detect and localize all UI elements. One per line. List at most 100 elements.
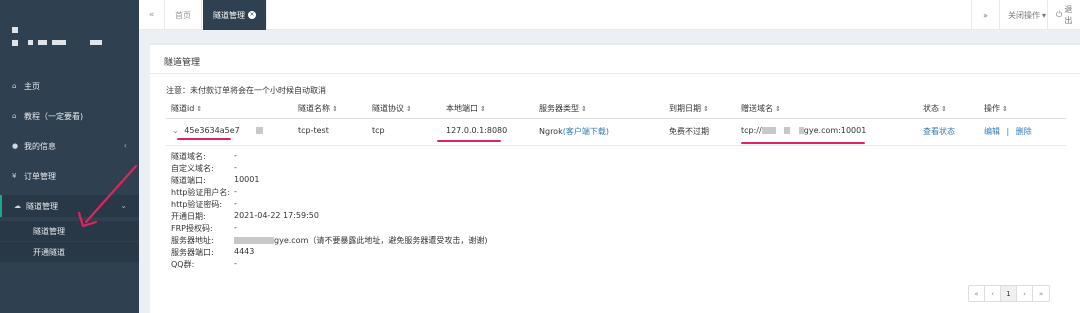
home-icon: ⌂: [12, 82, 17, 90]
detail-value: -: [234, 259, 237, 268]
highlight-underline: [437, 140, 501, 142]
delete-link[interactable]: 删除: [1016, 127, 1032, 136]
column-header-server-type[interactable]: 服务器类型 ⇕: [539, 103, 587, 114]
detail-label: QQ群:: [171, 260, 195, 269]
detail-label: 隧道端口:: [171, 176, 206, 185]
last-page-button[interactable]: »: [1033, 286, 1049, 301]
tab-scroll-left-button[interactable]: «: [139, 0, 165, 30]
close-ops-label: 关闭操作: [1008, 10, 1040, 20]
user-icon: ●: [12, 142, 19, 150]
first-page-button[interactable]: «: [969, 286, 985, 301]
notice-text: 注意：未付款订单将会在一个小时候自动取消: [166, 86, 326, 95]
logout-label: 退出: [1064, 5, 1073, 25]
detail-value: 2021-04-22 17:59:50: [234, 211, 319, 220]
sidebar-item-my-info[interactable]: ● 我的信息 ‹: [0, 135, 139, 157]
tab-scroll-right-button[interactable]: »: [971, 0, 999, 30]
highlight-underline: [177, 138, 231, 140]
tab-tunnel-manage[interactable]: 隧道管理 ×: [203, 0, 267, 30]
column-header-expiry[interactable]: 到期日期 ⇕: [669, 103, 709, 114]
divider: [166, 118, 1066, 119]
column-header-domain[interactable]: 赠送域名 ⇕: [741, 103, 781, 114]
divider: [166, 145, 1066, 146]
chevron-left-icon: ‹: [123, 141, 127, 150]
sort-icon: ⇕: [1002, 105, 1008, 113]
sort-icon: ⇕: [332, 105, 338, 113]
detail-value: 10001: [234, 175, 260, 184]
gift-domain: tcp:// gye.com:10001: [741, 126, 867, 135]
redacted-block: [784, 127, 791, 134]
logout-button[interactable]: ⏻ 退出: [1047, 0, 1080, 30]
table-row[interactable]: ⌄ 45e3634a5e7: [172, 126, 264, 135]
detail-label: 开通日期:: [171, 212, 206, 221]
logo: [10, 24, 130, 52]
sidebar: ⌂ 主页 ⌂ 教程（一定要看) ● 我的信息 ‹ ¥ 订单管理 ☁ 隧道管理 ⌄…: [0, 0, 139, 313]
chevron-down-icon[interactable]: ⌄: [172, 126, 179, 135]
edit-link[interactable]: 编辑: [984, 127, 1000, 136]
tunnel-name: tcp-test: [298, 126, 329, 135]
topbar: « 首页 隧道管理 × » 关闭操作 ▾ ⏻ 退出: [139, 0, 1080, 30]
chevron-down-icon: ⌄: [120, 201, 127, 210]
sort-icon: ⇕: [196, 105, 203, 113]
highlight-underline: [741, 142, 865, 144]
tab-active-label: 隧道管理: [213, 10, 245, 20]
logout-icon: ⏻: [1056, 10, 1063, 19]
home-icon: ⌂: [12, 112, 17, 120]
redacted-block: [256, 127, 264, 134]
detail-value: -: [234, 223, 237, 232]
action-separator: |: [1006, 127, 1010, 136]
prev-page-button[interactable]: ‹: [985, 286, 1001, 301]
sort-icon: ⇕: [406, 105, 412, 113]
sort-icon: ⇕: [581, 105, 587, 113]
detail-label: 服务器端口:: [171, 248, 214, 257]
redacted-block: [234, 237, 274, 244]
double-chevron-right-icon: »: [983, 10, 988, 20]
column-header-protocol[interactable]: 隧道协议 ⇕: [372, 103, 412, 114]
detail-label: http验证用户名:: [171, 188, 231, 197]
sidebar-item-orders[interactable]: ¥ 订单管理: [0, 165, 139, 187]
view-status-link[interactable]: 查看状态: [923, 126, 955, 137]
sidebar-item-label: 我的信息: [24, 141, 56, 151]
sidebar-item-home[interactable]: ⌂ 主页: [0, 75, 139, 97]
sort-icon: ⇕: [480, 105, 486, 113]
close-ops-dropdown[interactable]: 关闭操作 ▾: [999, 0, 1054, 30]
sort-icon: ⇕: [941, 105, 947, 113]
sidebar-subitem-open-tunnel[interactable]: 开通隧道: [0, 242, 139, 262]
detail-label: 自定义域名:: [171, 164, 214, 173]
expiry-date: 免费不过期: [669, 127, 709, 136]
sidebar-subitem-label: 隧道管理: [33, 226, 65, 236]
row-actions: 编辑 | 删除: [984, 126, 1032, 137]
detail-value: gye.com（请不要暴露此地址，避免服务器遭受攻击，谢谢): [234, 235, 487, 246]
column-header-local-port[interactable]: 本地端口 ⇕: [446, 103, 486, 114]
detail-value: -: [234, 187, 237, 196]
detail-label: 服务器地址:: [171, 236, 214, 245]
yen-icon: ¥: [12, 172, 17, 180]
detail-value: 4443: [234, 247, 255, 256]
detail-label: 隧道域名:: [171, 152, 206, 161]
column-header-actions[interactable]: 操作 ⇕: [984, 103, 1008, 114]
sidebar-subitem-tunnel-manage[interactable]: 隧道管理: [0, 221, 139, 241]
column-header-status[interactable]: 状态 ⇕: [923, 103, 947, 114]
column-header-id[interactable]: 隧道id ⇕: [171, 103, 202, 114]
client-download-link[interactable]: (客户端下载): [563, 127, 609, 136]
sidebar-item-tutorial[interactable]: ⌂ 教程（一定要看): [0, 105, 139, 127]
sidebar-item-label: 主页: [24, 81, 40, 91]
redacted-block: [761, 127, 776, 134]
detail-value: -: [234, 163, 237, 172]
page-1-button[interactable]: 1: [1001, 286, 1017, 301]
sidebar-item-label: 教程（一定要看): [24, 111, 84, 121]
sidebar-item-label: 隧道管理: [26, 201, 58, 211]
tunnel-id: 45e3634a5e7: [184, 126, 240, 135]
detail-label: FRP授权码:: [171, 224, 213, 233]
tunnel-panel: 隧道管理 注意：未付款订单将会在一个小时候自动取消 隧道id ⇕ 隧道名称 ⇕ 隧道…: [150, 43, 1080, 313]
close-icon[interactable]: ×: [248, 11, 256, 19]
detail-label: http验证密码:: [171, 200, 223, 209]
next-page-button[interactable]: ›: [1017, 286, 1033, 301]
tunnel-protocol: tcp: [372, 126, 385, 135]
tab-home[interactable]: 首页: [165, 0, 202, 30]
sort-icon: ⇕: [775, 105, 781, 113]
divider: [150, 73, 1080, 74]
sidebar-subitem-label: 开通隧道: [33, 247, 65, 257]
sidebar-item-tunnels[interactable]: ☁ 隧道管理 ⌄: [0, 195, 139, 217]
caret-down-icon: ▾: [1042, 10, 1047, 20]
column-header-name[interactable]: 隧道名称 ⇕: [298, 103, 338, 114]
